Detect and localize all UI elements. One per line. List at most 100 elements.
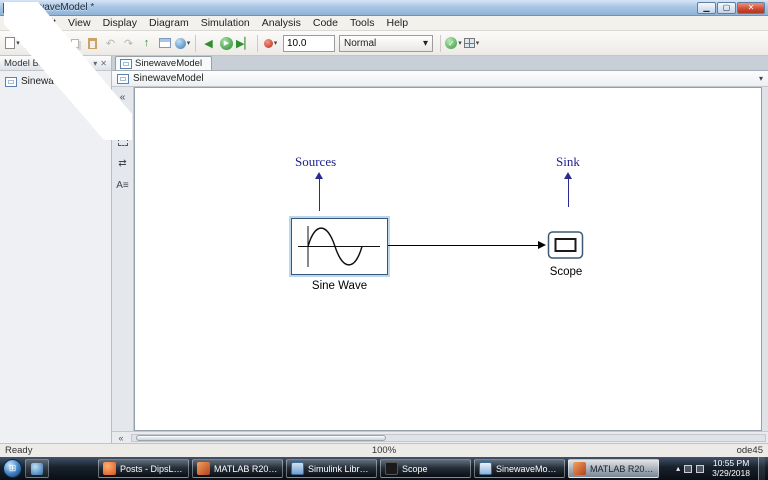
- tab-label: SinewaveModel: [135, 58, 202, 69]
- model-block-icon: [120, 59, 132, 69]
- scope-screen-icon: [546, 229, 585, 262]
- start-button[interactable]: ⊞: [3, 459, 22, 478]
- volume-icon[interactable]: [696, 465, 704, 473]
- desktop: { "window": { "title": "SinewaveModel *"…: [0, 0, 768, 480]
- sim-mode-select[interactable]: Normal ▾: [339, 35, 433, 52]
- redo-icon: ↷: [124, 37, 133, 50]
- scope-label[interactable]: Scope: [539, 266, 593, 278]
- run-icon: ▶: [220, 37, 233, 50]
- paste-icon: [88, 38, 97, 49]
- network-icon[interactable]: [684, 465, 692, 473]
- taskbar-button-posts[interactable]: Posts - DipsLab...: [98, 459, 189, 478]
- browser-icon: [103, 462, 116, 475]
- undo-button[interactable]: ↶: [102, 34, 119, 52]
- new-model-icon: [5, 37, 15, 49]
- signal-wire-arrow: [538, 241, 546, 249]
- navigate-up-button[interactable]: ↑: [138, 34, 155, 52]
- menu-view[interactable]: View: [62, 17, 97, 29]
- sine-wave-glyph: [292, 219, 387, 274]
- step-back-icon: ◀: [204, 37, 212, 50]
- taskbar-button-matlab-2[interactable]: MATLAB R2013a: [568, 459, 659, 478]
- status-zoom: 100%: [372, 445, 396, 456]
- canvas-region: « ⇄ A≡ Sources Sink: [112, 87, 768, 431]
- model-explorer-button[interactable]: ▾: [174, 34, 191, 52]
- taskbar-button-sinewavemodel[interactable]: SinewaveModel *: [474, 459, 565, 478]
- model-explorer-icon: [175, 38, 186, 49]
- menu-tools[interactable]: Tools: [344, 17, 381, 29]
- record-button[interactable]: ▾: [262, 34, 279, 52]
- taskbar-button-scope[interactable]: Scope: [380, 459, 471, 478]
- pinned-app-button[interactable]: [25, 459, 49, 478]
- status-solver: ode45: [396, 445, 763, 456]
- scope-block[interactable]: [546, 229, 585, 262]
- collapse-left-icon[interactable]: «: [114, 433, 128, 443]
- scope-window-icon: [385, 462, 398, 475]
- taskbar-button-matlab-1[interactable]: MATLAB R2013a: [192, 459, 283, 478]
- breadcrumb-label[interactable]: SinewaveModel: [133, 73, 204, 84]
- panel-close-icon[interactable]: ✕: [100, 59, 107, 68]
- build-button[interactable]: ▾: [463, 34, 480, 52]
- menu-simulation[interactable]: Simulation: [195, 17, 256, 29]
- menu-analysis[interactable]: Analysis: [256, 17, 307, 29]
- simulink-library-icon: [291, 462, 304, 475]
- toolbar-separator: [440, 35, 441, 52]
- show-desktop-button[interactable]: [758, 457, 765, 480]
- paste-button[interactable]: [84, 34, 101, 52]
- main-toolbar: ▾ × ↶ ↷ ↑ ▾ ◀ ▶ ▶▏ ▾ Normal ▾ ✓▾ ▾: [0, 31, 768, 56]
- menu-display[interactable]: Display: [97, 17, 143, 29]
- model-block-icon: [5, 77, 17, 87]
- clock-date: 3/29/2018: [712, 469, 750, 479]
- tab-bar: SinewaveModel: [112, 56, 768, 71]
- close-button[interactable]: ✕: [737, 2, 765, 14]
- record-icon: [264, 39, 273, 48]
- annotation-sink[interactable]: Sink: [556, 154, 580, 170]
- chevron-down-icon: ▾: [423, 38, 428, 49]
- taskbar-clock[interactable]: 10:55 PM 3/29/2018: [708, 459, 754, 479]
- model-canvas[interactable]: Sources Sink Sine Wave: [134, 87, 762, 431]
- maximize-button[interactable]: ▢: [717, 2, 736, 14]
- toolbar-separator: [195, 35, 196, 52]
- menu-help[interactable]: Help: [380, 17, 414, 29]
- annotation-icon[interactable]: A≡: [115, 178, 131, 193]
- step-forward-icon: ▶▏: [236, 37, 253, 50]
- annotation-sources[interactable]: Sources: [295, 154, 336, 170]
- redo-button[interactable]: ↷: [120, 34, 137, 52]
- status-bar: Ready 100% ode45: [0, 443, 768, 457]
- system-tray: ▴ 10:55 PM 3/29/2018: [676, 457, 765, 480]
- library-browser-button[interactable]: [156, 34, 173, 52]
- undo-icon: ↶: [106, 37, 115, 50]
- tab-sinewavemodel[interactable]: SinewaveModel: [115, 56, 212, 70]
- sine-wave-block[interactable]: [291, 218, 388, 275]
- pan-icon[interactable]: ⇄: [115, 156, 131, 171]
- update-diagram-button[interactable]: ✓▾: [445, 34, 462, 52]
- sink-arrow-line: [568, 178, 569, 207]
- step-forward-button[interactable]: ▶▏: [236, 34, 253, 52]
- run-button[interactable]: ▶: [218, 34, 235, 52]
- horizontal-scroll-row: «: [112, 431, 768, 443]
- menu-diagram[interactable]: Diagram: [143, 17, 195, 29]
- taskbar-button-simulink-library[interactable]: Simulink Library ...: [286, 459, 377, 478]
- up-arrow-icon: ↑: [144, 37, 150, 49]
- library-browser-icon: [159, 38, 171, 48]
- signal-wire[interactable]: [388, 245, 538, 246]
- step-back-button[interactable]: ◀: [200, 34, 217, 52]
- horizontal-scrollbar[interactable]: [131, 434, 766, 442]
- tray-expand-icon[interactable]: ▴: [676, 464, 680, 473]
- scrollbar-thumb[interactable]: [136, 435, 386, 441]
- panel-menu-icon[interactable]: ▾: [93, 59, 97, 68]
- breadcrumb: SinewaveModel ▾: [112, 71, 768, 87]
- simulink-model-icon: [479, 462, 492, 475]
- matlab-icon: [197, 462, 210, 475]
- windows-taskbar: ⊞ Posts - DipsLab... MATLAB R2013a Simul…: [0, 457, 768, 480]
- sine-wave-label[interactable]: Sine Wave: [291, 280, 388, 292]
- sim-mode-value: Normal: [344, 38, 376, 49]
- pinned-app-icon: [31, 463, 43, 475]
- sources-arrow-line: [319, 178, 320, 211]
- menu-code[interactable]: Code: [307, 17, 344, 29]
- title-bar: SinewaveModel * ▁ ▢ ✕: [0, 0, 768, 16]
- minimize-button[interactable]: ▁: [697, 2, 716, 14]
- breadcrumb-dropdown-icon[interactable]: ▾: [759, 74, 763, 83]
- toolbar-separator: [257, 35, 258, 52]
- matlab-icon: [573, 462, 586, 475]
- sim-stop-time-input[interactable]: [283, 35, 335, 52]
